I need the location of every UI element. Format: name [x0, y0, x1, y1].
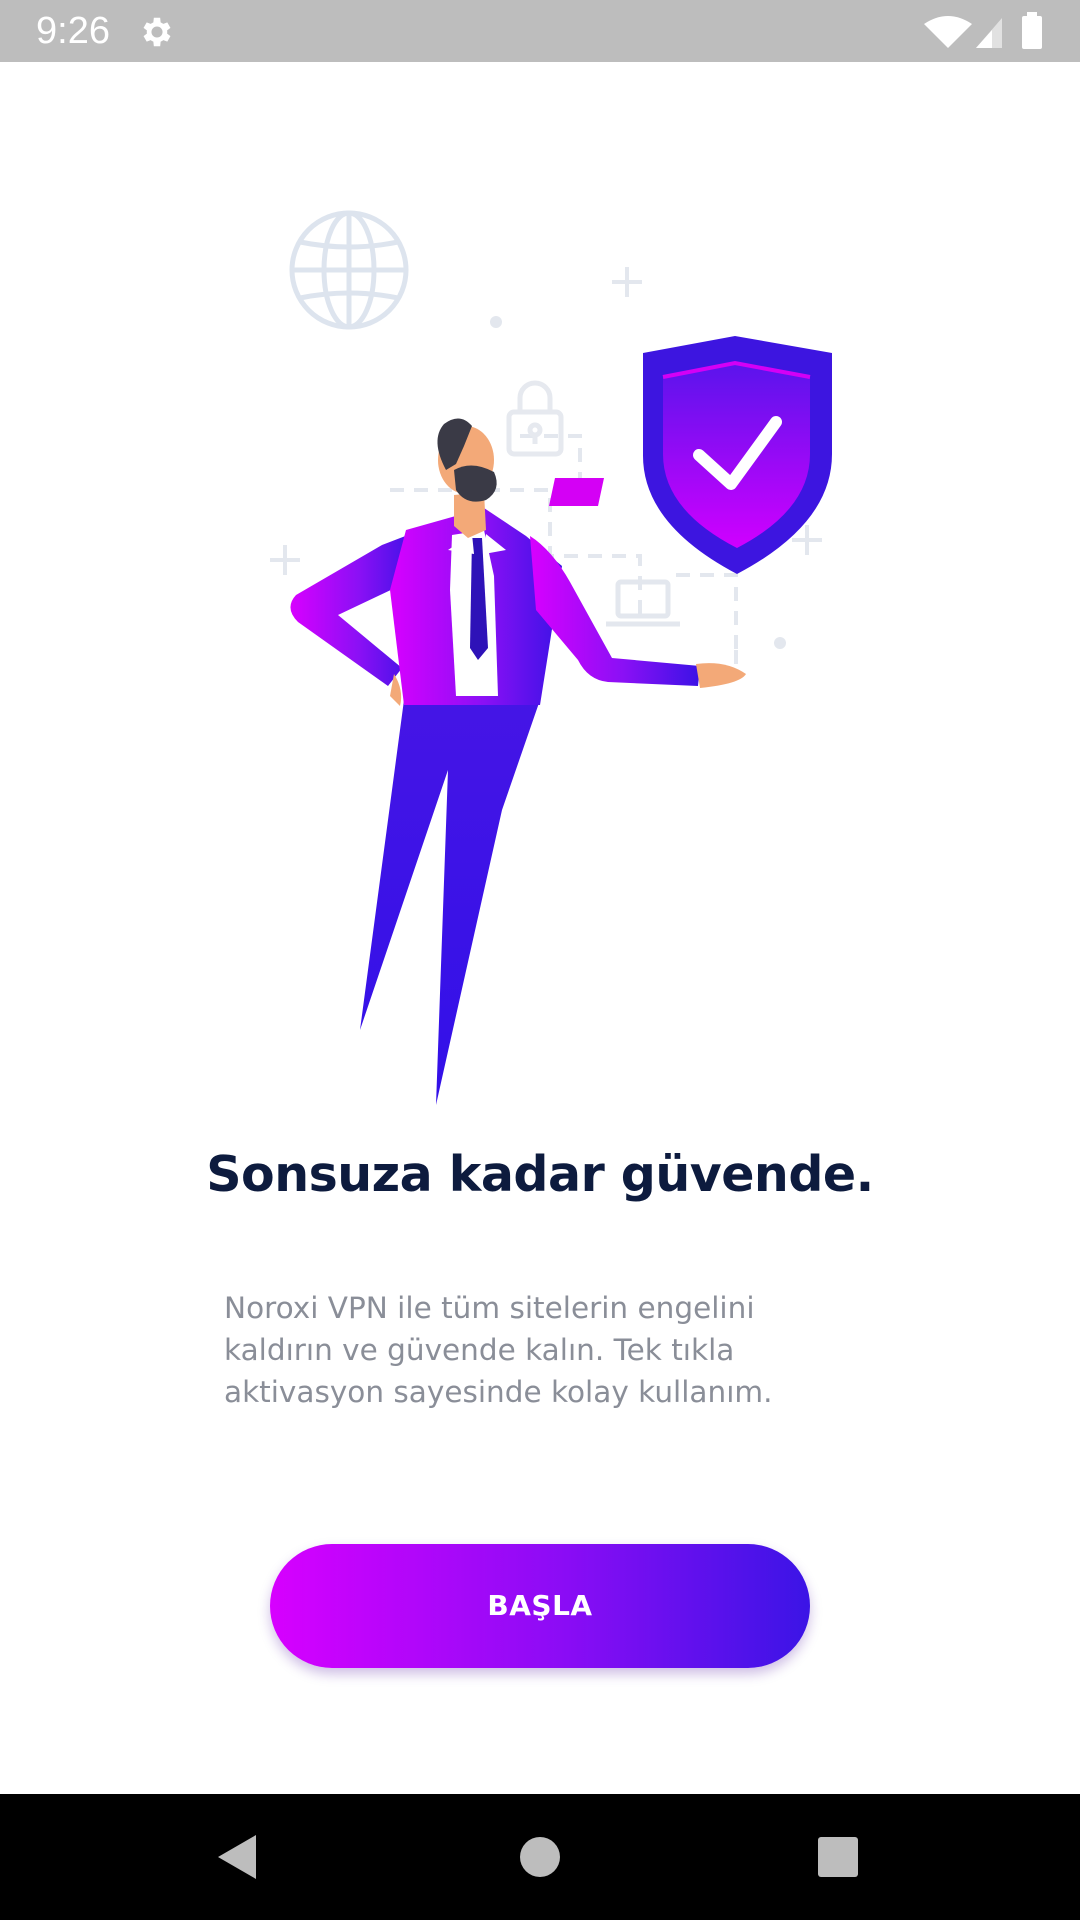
- description-line: Noroxi VPN ile tüm sitelerin engelini: [224, 1291, 755, 1325]
- security-illustration: [270, 210, 832, 1105]
- navigation-bar: [0, 1794, 1080, 1920]
- recents-icon[interactable]: [808, 1827, 868, 1887]
- description-line: aktivasyon sayesinde kolay kullanım.: [224, 1375, 773, 1409]
- back-icon[interactable]: [208, 1827, 268, 1887]
- laptop-icon: [606, 579, 680, 627]
- floating-card: [549, 478, 604, 506]
- home-icon[interactable]: [510, 1827, 570, 1887]
- start-button[interactable]: BAŞLA: [270, 1544, 810, 1668]
- page-title: Sonsuza kadar güvende.: [206, 1146, 874, 1203]
- wifi-icon: [924, 16, 972, 48]
- status-icons: [924, 12, 1042, 49]
- battery-icon: [1022, 16, 1042, 49]
- gear-icon: [143, 17, 171, 47]
- status-bar: 9:26: [0, 0, 1080, 62]
- description-line: kaldırın ve güvende kalın. Tek tıkla: [224, 1333, 735, 1367]
- description: Noroxi VPN ile tüm sitelerin engelini ka…: [224, 1287, 864, 1413]
- lock-icon: [506, 380, 564, 457]
- status-time: 9:26: [36, 10, 110, 52]
- globe-icon: [289, 210, 409, 330]
